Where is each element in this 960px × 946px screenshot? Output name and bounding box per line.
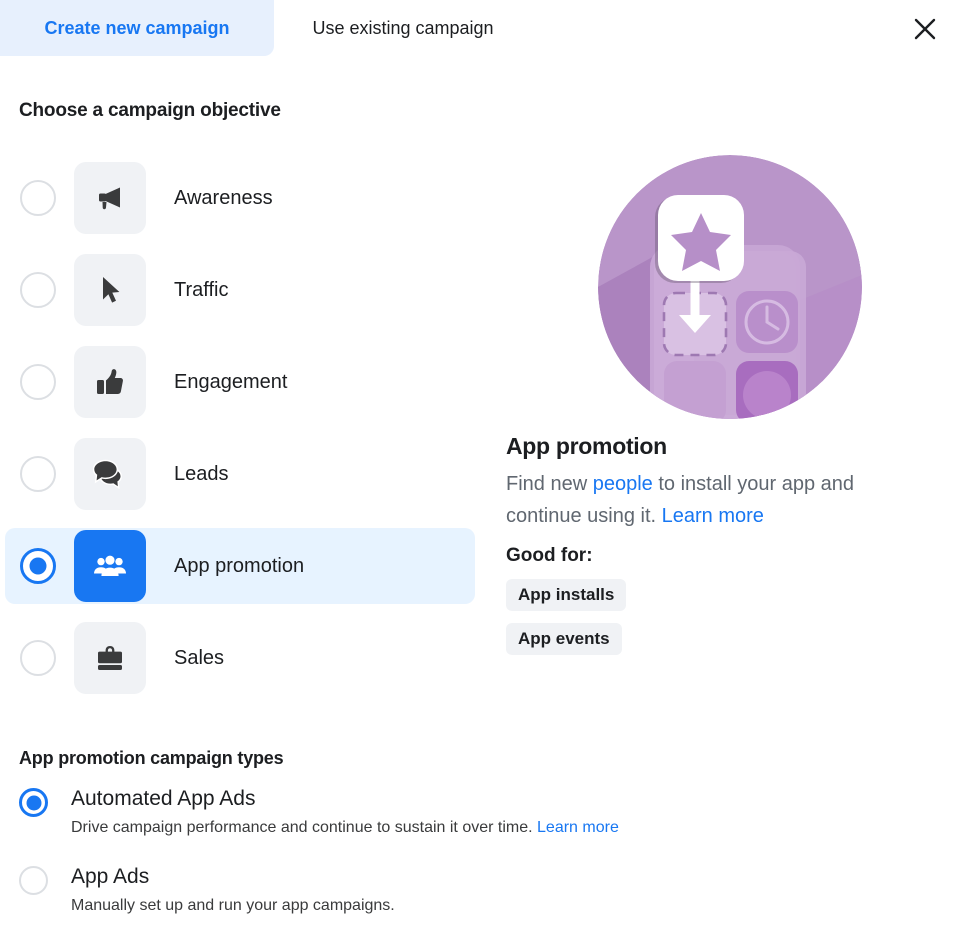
close-icon bbox=[912, 16, 938, 42]
objective-label-sales: Sales bbox=[174, 646, 225, 669]
campaign-type-row-automated-app-ads[interactable]: Automated App Ads Drive campaign perform… bbox=[19, 786, 819, 838]
tab-create-new-campaign-label: Create new campaign bbox=[44, 17, 230, 38]
campaign-type-desc-automated-app-ads: Drive campaign performance and continue … bbox=[71, 818, 619, 838]
campaign-type-desc-app-ads: Manually set up and run your app campaig… bbox=[71, 896, 395, 916]
good-for-chips: App installs App events bbox=[506, 579, 627, 667]
choose-objective-heading: Choose a campaign objective bbox=[19, 100, 281, 121]
campaign-types-heading: App promotion campaign types bbox=[19, 748, 284, 768]
megaphone-icon bbox=[93, 181, 127, 215]
objective-icon-tile-awareness bbox=[74, 162, 146, 234]
objective-icon-tile-leads bbox=[74, 438, 146, 510]
objective-row-awareness[interactable]: Awareness bbox=[5, 160, 475, 236]
chip-app-events: App events bbox=[506, 623, 622, 655]
objective-icon-tile-engagement bbox=[74, 346, 146, 418]
campaign-type-radio-app-ads[interactable] bbox=[19, 866, 48, 895]
tab-use-existing-campaign[interactable]: Use existing campaign bbox=[274, 0, 532, 56]
people-group-icon bbox=[93, 549, 127, 583]
speech-bubbles-icon bbox=[93, 457, 127, 491]
objective-icon-tile-app-promotion bbox=[74, 530, 146, 602]
objective-radio-leads[interactable] bbox=[20, 456, 56, 492]
campaign-type-label-app-ads: App Ads bbox=[71, 865, 150, 888]
tab-bar: Create new campaign Use existing campaig… bbox=[0, 0, 960, 56]
thumbs-up-icon bbox=[93, 365, 127, 399]
campaign-type-label-automated-app-ads: Automated App Ads bbox=[71, 787, 256, 810]
app-install-illustration bbox=[598, 155, 862, 419]
objective-row-app-promotion[interactable]: App promotion bbox=[5, 528, 475, 604]
objective-radio-awareness[interactable] bbox=[20, 180, 56, 216]
cursor-arrow-icon bbox=[93, 273, 127, 307]
chip-app-installs: App installs bbox=[506, 579, 627, 611]
close-button[interactable] bbox=[904, 8, 946, 50]
objective-label-leads: Leads bbox=[174, 462, 229, 485]
objective-row-traffic[interactable]: Traffic bbox=[5, 252, 475, 328]
detail-desc-part1: Find new bbox=[506, 473, 593, 495]
detail-description: Find new people to install your app and … bbox=[506, 468, 916, 532]
automated-learn-more-link[interactable]: Learn more bbox=[537, 819, 619, 836]
good-for-label: Good for: bbox=[506, 545, 593, 566]
objective-icon-tile-traffic bbox=[74, 254, 146, 326]
learn-more-link[interactable]: Learn more bbox=[662, 505, 764, 527]
objective-list: Awareness Traffic Engagement Leads App p… bbox=[0, 160, 480, 696]
objective-label-engagement: Engagement bbox=[174, 370, 288, 393]
objective-radio-engagement[interactable] bbox=[20, 364, 56, 400]
objective-label-awareness: Awareness bbox=[174, 186, 273, 209]
objective-row-leads[interactable]: Leads bbox=[5, 436, 475, 512]
campaign-type-desc-text-automated: Drive campaign performance and continue … bbox=[71, 819, 538, 836]
campaign-type-desc-text-app-ads: Manually set up and run your app campaig… bbox=[71, 897, 395, 914]
tab-create-new-campaign[interactable]: Create new campaign bbox=[0, 0, 274, 56]
objective-radio-app-promotion[interactable] bbox=[20, 548, 56, 584]
campaign-type-radio-automated-app-ads[interactable] bbox=[19, 788, 48, 817]
campaign-types-list: Automated App Ads Drive campaign perform… bbox=[19, 786, 819, 942]
objective-radio-traffic[interactable] bbox=[20, 272, 56, 308]
detail-title: App promotion bbox=[506, 433, 667, 459]
people-link[interactable]: people bbox=[593, 473, 653, 495]
objective-row-engagement[interactable]: Engagement bbox=[5, 344, 475, 420]
tab-use-existing-campaign-label: Use existing campaign bbox=[312, 17, 494, 38]
objective-row-sales[interactable]: Sales bbox=[5, 620, 475, 696]
objective-radio-sales[interactable] bbox=[20, 640, 56, 676]
objective-label-app-promotion: App promotion bbox=[174, 554, 305, 577]
campaign-type-row-app-ads[interactable]: App Ads Manually set up and run your app… bbox=[19, 864, 819, 916]
objective-icon-tile-sales bbox=[74, 622, 146, 694]
objective-label-traffic: Traffic bbox=[174, 278, 229, 301]
briefcase-icon bbox=[93, 641, 127, 675]
